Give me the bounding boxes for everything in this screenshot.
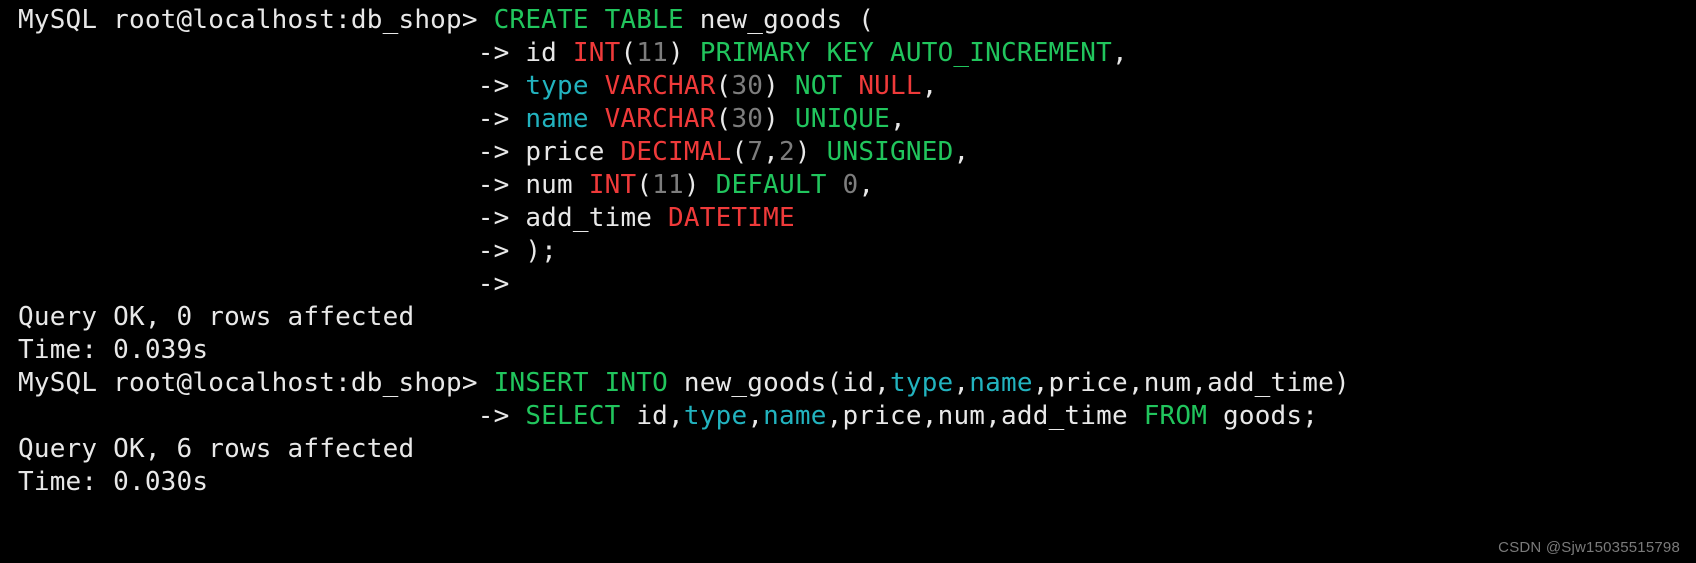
col-add-time: add_time bbox=[525, 203, 652, 233]
keyword-varchar: VARCHAR bbox=[605, 71, 716, 101]
keyword-int: INT bbox=[573, 38, 621, 68]
time-line: Time: 0.039s bbox=[18, 335, 208, 365]
keyword-from: FROM bbox=[1144, 401, 1207, 431]
col-price: price bbox=[525, 137, 604, 167]
continuation-arrow: -> bbox=[478, 38, 510, 68]
terminal-output[interactable]: MySQL root@localhost:db_shop> CREATE TAB… bbox=[0, 0, 1696, 505]
table-name: new_goods bbox=[700, 5, 843, 35]
prompt-line: MySQL root@localhost:db_shop> bbox=[18, 368, 478, 398]
keyword-decimal: DECIMAL bbox=[620, 137, 731, 167]
keyword-unsigned: UNSIGNED bbox=[827, 137, 954, 167]
watermark-text: CSDN @Sjw15035515798 bbox=[1498, 538, 1680, 557]
result-line: Query OK, 0 rows affected bbox=[18, 302, 414, 332]
result-line: Query OK, 6 rows affected bbox=[18, 434, 414, 464]
col-num: num bbox=[525, 170, 573, 200]
time-line: Time: 0.030s bbox=[18, 467, 208, 497]
keyword-select: SELECT bbox=[525, 401, 620, 431]
keyword-insert-into: INSERT INTO bbox=[494, 368, 668, 398]
keyword-auto-increment: AUTO_INCREMENT bbox=[890, 38, 1112, 68]
col-name: name bbox=[525, 104, 588, 134]
keyword-default: DEFAULT bbox=[716, 170, 827, 200]
keyword-null: NULL bbox=[858, 71, 921, 101]
keyword-datetime: DATETIME bbox=[668, 203, 795, 233]
col-type: type bbox=[525, 71, 588, 101]
keyword-not: NOT bbox=[795, 71, 843, 101]
keyword-primary-key: PRIMARY KEY bbox=[700, 38, 874, 68]
keyword-unique: UNIQUE bbox=[795, 104, 890, 134]
prompt-line: MySQL root@localhost:db_shop> bbox=[18, 5, 494, 35]
col-id: id bbox=[525, 38, 557, 68]
keyword-create-table: CREATE TABLE bbox=[494, 5, 684, 35]
